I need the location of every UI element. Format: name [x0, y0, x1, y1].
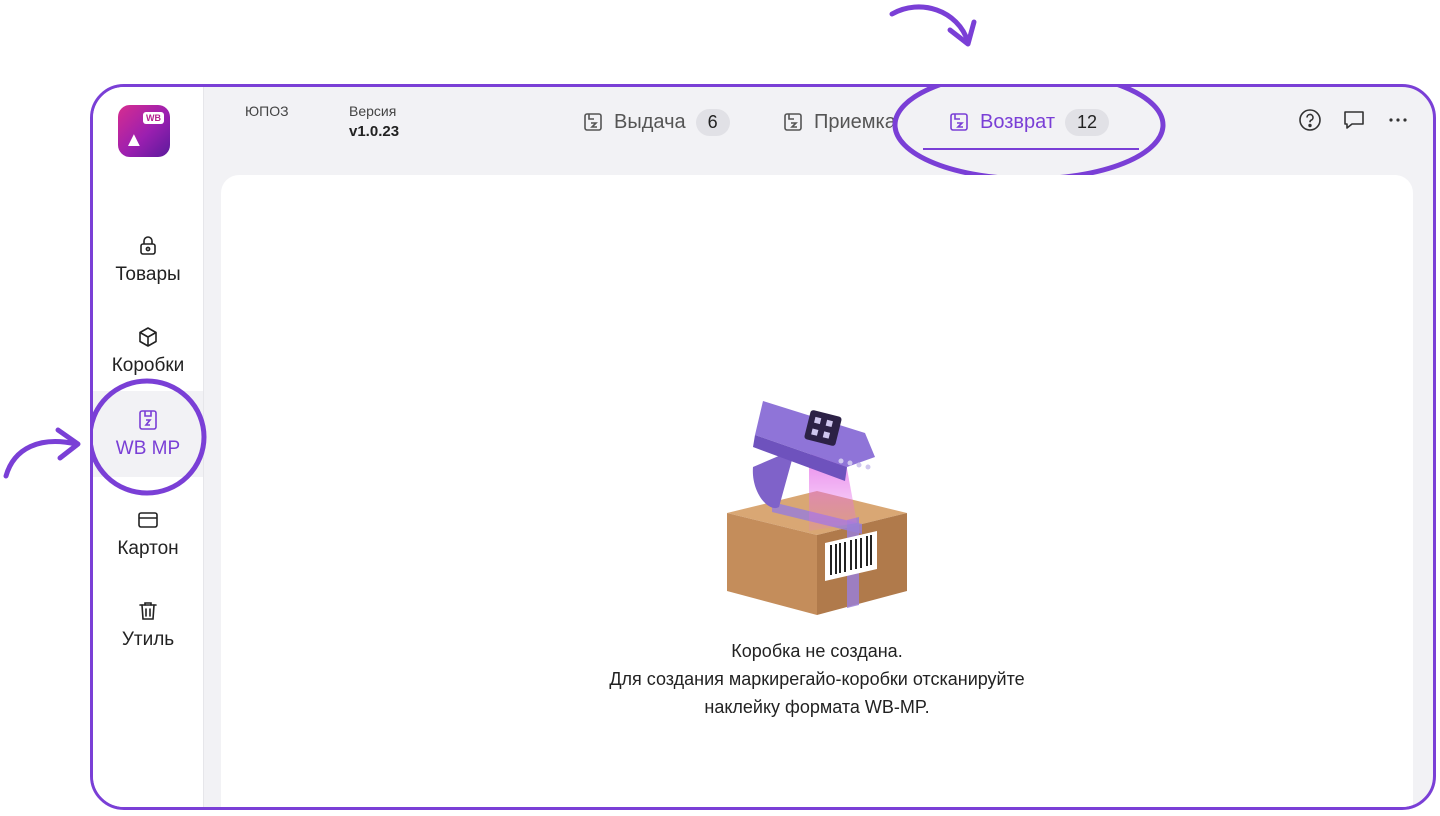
empty-state-message: Коробка не создана. Для создания маркире…: [221, 637, 1413, 721]
version-label: Версия: [349, 103, 397, 119]
tab-priemka[interactable]: Приемка: [781, 103, 896, 141]
logo-glyph: ▲: [124, 129, 144, 151]
annotation-arrow-left: [3, 427, 81, 479]
scan-box-icon: [950, 113, 968, 131]
sidebar-item-label: Коробки: [111, 355, 185, 376]
tab-label: Выдача: [614, 110, 686, 133]
carton-icon: [138, 512, 158, 528]
help-icon[interactable]: [1297, 107, 1323, 133]
scan-box-icon: [584, 113, 602, 131]
tab-vydacha[interactable]: Выдача 6: [581, 103, 730, 141]
top-bar: ЮПОЗ Версия v1.0.23 Выдача 6 Приемка Воз…: [203, 87, 1433, 182]
sidebar-item-label: WB MP: [115, 438, 181, 459]
active-tab-indicator: [923, 148, 1139, 150]
annotation-arrow-top: [889, 4, 977, 47]
tab-vozvrat[interactable]: Возврат 12: [947, 103, 1110, 141]
empty-state-line-1: Коробка не создана.: [731, 641, 903, 661]
app-window: WB ▲ Товары Коробки WB MP Картон Утиль Ю…: [90, 84, 1436, 810]
scanner-box-illustration: [727, 401, 907, 615]
more-icon[interactable]: [1385, 107, 1411, 133]
lock-icon: [140, 236, 156, 255]
sidebar: WB ▲ Товары Коробки WB MP Картон Утиль: [93, 87, 207, 807]
sidebar-item-label: Картон: [117, 538, 179, 559]
sidebar-item-label: Утиль: [121, 629, 175, 650]
version-value: v1.0.23: [349, 123, 400, 140]
tab-label: Приемка: [814, 110, 896, 133]
app-logo: WB ▲: [118, 105, 170, 157]
chat-icon[interactable]: [1341, 107, 1367, 133]
scan-box-icon: [784, 113, 802, 131]
sidebar-item-label: Товары: [115, 264, 181, 285]
sidebar-item-util[interactable]: Утиль: [93, 582, 203, 668]
sidebar-item-wb-mp[interactable]: WB MP: [93, 391, 203, 477]
box-icon: [139, 327, 157, 347]
sidebar-item-karton[interactable]: Картон: [93, 491, 203, 577]
store-name: ЮПОЗ: [245, 103, 289, 119]
trash-icon: [139, 602, 157, 620]
sidebar-item-korobki[interactable]: Коробки: [93, 308, 203, 394]
tab-badge: 6: [695, 108, 730, 136]
sidebar-item-tovary[interactable]: Товары: [93, 217, 203, 303]
empty-state-line-2: Для создания маркирегайо-коробки отскани…: [609, 669, 1025, 689]
main-content: Коробка не создана. Для создания маркире…: [221, 175, 1413, 807]
logo-wb-mark: WB: [143, 112, 164, 124]
wb-mp-icon: [139, 410, 157, 430]
empty-state-line-3: наклейку формата WB-MP.: [704, 697, 930, 717]
tab-label: Возврат: [980, 110, 1055, 133]
tab-badge: 12: [1065, 108, 1110, 136]
